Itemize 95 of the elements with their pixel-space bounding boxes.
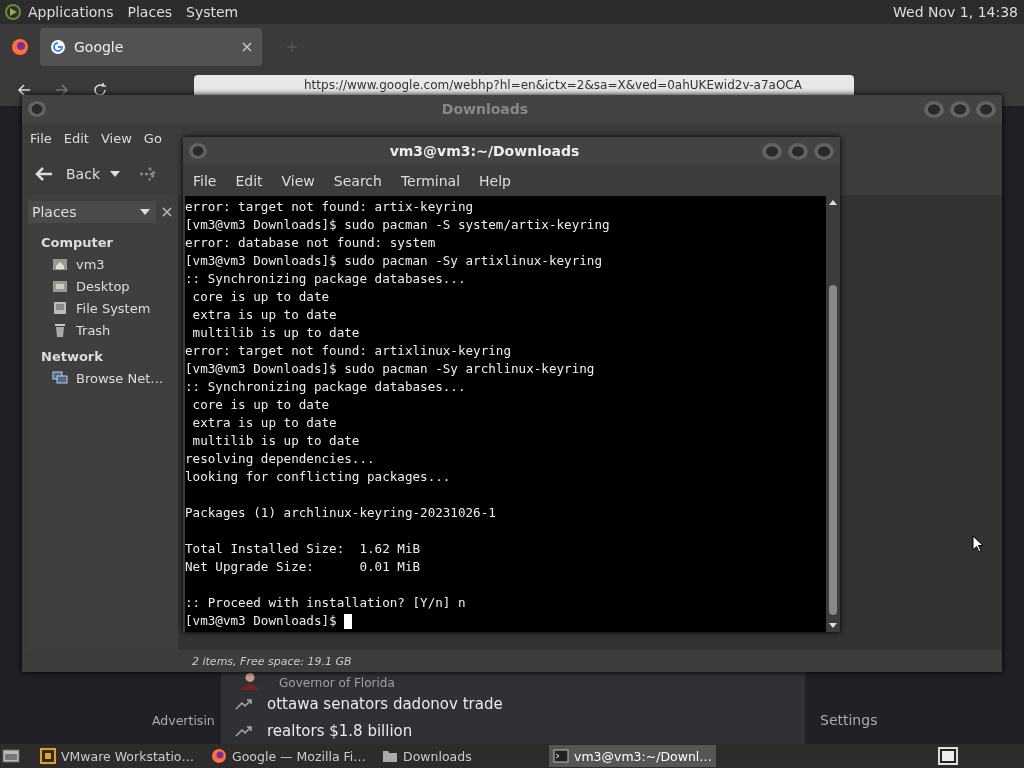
forward-arrow-icon[interactable] bbox=[54, 82, 70, 98]
dropdown-arrow-icon[interactable] bbox=[110, 171, 120, 177]
scroll-up-arrow-icon[interactable] bbox=[829, 200, 837, 205]
places-dropdown[interactable]: Places bbox=[28, 201, 156, 223]
back-arrow-icon bbox=[34, 166, 54, 182]
terminal-line: :: Synchronizing package databases... bbox=[185, 270, 466, 288]
terminal-line: core is up to date bbox=[191, 288, 330, 306]
url-field[interactable]: https://www.google.com/webhp?hl=en&ictx=2&sa=X&ved=0ahUKEwid2v-a7aOCA bbox=[194, 75, 854, 95]
terminal-line: Packages (1) archlinux-keyring-20231026-1 bbox=[185, 504, 496, 522]
terminal-line: error: database not found: system bbox=[185, 234, 436, 252]
terminal-line: multilib is up to date bbox=[191, 324, 360, 342]
terminal-icon bbox=[553, 748, 569, 764]
suggestion-item[interactable]: realtors $1.8 billion bbox=[221, 717, 805, 744]
cursor bbox=[344, 613, 353, 629]
terminal-line: error: target not found: artixlinux-keyring bbox=[185, 342, 512, 360]
back-button[interactable]: Back bbox=[32, 162, 102, 186]
taskbar-item[interactable]: VMware Workstatio… bbox=[36, 745, 203, 767]
distro-logo-icon[interactable] bbox=[4, 3, 22, 21]
back-arrow-icon[interactable] bbox=[16, 82, 32, 98]
menu-item[interactable]: Terminal bbox=[400, 172, 461, 189]
show-desktop-icon[interactable] bbox=[2, 748, 20, 764]
panel-menu[interactable]: Places bbox=[127, 4, 173, 20]
terminal-line: extra is up to date bbox=[191, 414, 337, 432]
window-title: vm3@vm3:~/Downloads bbox=[388, 143, 581, 159]
terminal-line: [vm3@vm3 Downloads]$ sudo pacman -Sy archlinux-keyring bbox=[185, 360, 595, 378]
network-computers-icon bbox=[52, 370, 68, 386]
dropdown-arrow-icon bbox=[140, 209, 150, 215]
window-menu-icon[interactable] bbox=[189, 143, 207, 159]
trash-icon bbox=[52, 322, 68, 338]
sidebar-item[interactable]: Desktop bbox=[28, 275, 178, 297]
suggestion-item[interactable]: Governor of Florida bbox=[221, 672, 805, 690]
window-control-icon[interactable] bbox=[762, 142, 782, 160]
suggestion-item[interactable]: ottawa senators dadonov trade bbox=[221, 690, 805, 717]
menu-item[interactable]: View bbox=[281, 172, 315, 189]
sidebar-item[interactable]: vm3 bbox=[28, 253, 178, 275]
sidebar-item[interactable]: Trash bbox=[28, 319, 178, 341]
taskbar-item[interactable]: Downloads bbox=[378, 745, 545, 767]
clock: Wed Nov 1, 14:38 bbox=[893, 4, 1018, 20]
folder-icon bbox=[382, 748, 398, 764]
scrollbar[interactable] bbox=[826, 196, 840, 632]
window-control-icon[interactable] bbox=[788, 142, 808, 160]
window-control-icon[interactable] bbox=[814, 142, 834, 160]
advertising-link[interactable]: Advertisin bbox=[152, 713, 215, 728]
vmware-icon bbox=[40, 748, 56, 764]
window-control-icon[interactable] bbox=[976, 100, 996, 118]
firefox-icon bbox=[211, 748, 227, 764]
taskbar-item[interactable]: vm3@vm3:~/Downl… bbox=[549, 745, 716, 767]
home-folder-icon bbox=[52, 256, 68, 272]
section-heading: Network bbox=[40, 348, 104, 366]
close-icon[interactable] bbox=[242, 42, 252, 52]
status-text: 2 items, Free space: 19.1 GB bbox=[192, 654, 352, 668]
panel-menu[interactable]: Applications bbox=[28, 4, 114, 20]
taskbar-item[interactable]: Google — Mozilla Fi… bbox=[207, 745, 374, 767]
terminal-line: core is up to date bbox=[191, 396, 330, 414]
trending-icon bbox=[235, 724, 253, 737]
mouse-pointer-icon bbox=[972, 535, 984, 553]
desktop-folder-icon bbox=[52, 278, 68, 294]
firefox-icon[interactable] bbox=[10, 37, 30, 57]
menu-item[interactable]: Help bbox=[479, 172, 511, 189]
drive-icon bbox=[52, 300, 68, 316]
reload-icon[interactable] bbox=[92, 82, 108, 98]
close-icon[interactable] bbox=[162, 207, 172, 217]
terminal-line: looking for conflicting packages... bbox=[185, 468, 451, 486]
forward-arrow-icon[interactable] bbox=[138, 166, 158, 182]
menu-item[interactable]: Go bbox=[143, 130, 162, 146]
window-control-icon[interactable] bbox=[924, 100, 944, 118]
terminal-line: :: Synchronizing package databases... bbox=[185, 378, 466, 396]
section-heading: Computer bbox=[40, 234, 115, 252]
scroll-down-arrow-icon[interactable] bbox=[829, 623, 837, 628]
menu-item[interactable]: File bbox=[193, 172, 217, 189]
terminal-line: Total Installed Size: 1.62 MiB bbox=[185, 540, 421, 558]
panel-menu[interactable]: System bbox=[186, 4, 239, 20]
terminal-line: error: target not found: artix-keyring bbox=[185, 198, 474, 216]
menu-item[interactable]: Edit bbox=[63, 130, 89, 146]
google-icon bbox=[50, 39, 66, 55]
menu-item[interactable]: Edit bbox=[235, 172, 263, 189]
terminal-line: extra is up to date bbox=[191, 306, 337, 324]
menu-item[interactable]: View bbox=[100, 130, 132, 146]
terminal-line: resolving dependencies... bbox=[185, 450, 375, 468]
sidebar-item[interactable]: File System bbox=[28, 297, 178, 319]
menu-item[interactable]: Search bbox=[333, 172, 382, 189]
terminal-line: multilib is up to date bbox=[191, 432, 360, 450]
settings-link[interactable]: Settings bbox=[820, 712, 878, 728]
window-control-icon[interactable] bbox=[950, 100, 970, 118]
terminal-line: :: Proceed with installation? [Y/n] n bbox=[185, 594, 466, 612]
sidebar-item[interactable]: Browse Net… bbox=[28, 367, 178, 389]
terminal-line: [vm3@vm3 Downloads]$ bbox=[185, 612, 338, 630]
browser-tab[interactable]: Google bbox=[40, 28, 262, 66]
workspace-switcher-icon[interactable] bbox=[938, 747, 958, 765]
terminal-line: [vm3@vm3 Downloads]$ sudo pacman -Sy artixlinux-keyring bbox=[185, 252, 602, 270]
window-title: Downloads bbox=[440, 101, 530, 117]
terminal-line: [vm3@vm3 Downloads]$ sudo pacman -S system/artix-keyring bbox=[185, 216, 610, 234]
trending-icon bbox=[235, 697, 253, 710]
menu-item[interactable]: File bbox=[30, 130, 52, 146]
terminal-line: Net Upgrade Size: 0.01 MiB bbox=[185, 558, 421, 576]
